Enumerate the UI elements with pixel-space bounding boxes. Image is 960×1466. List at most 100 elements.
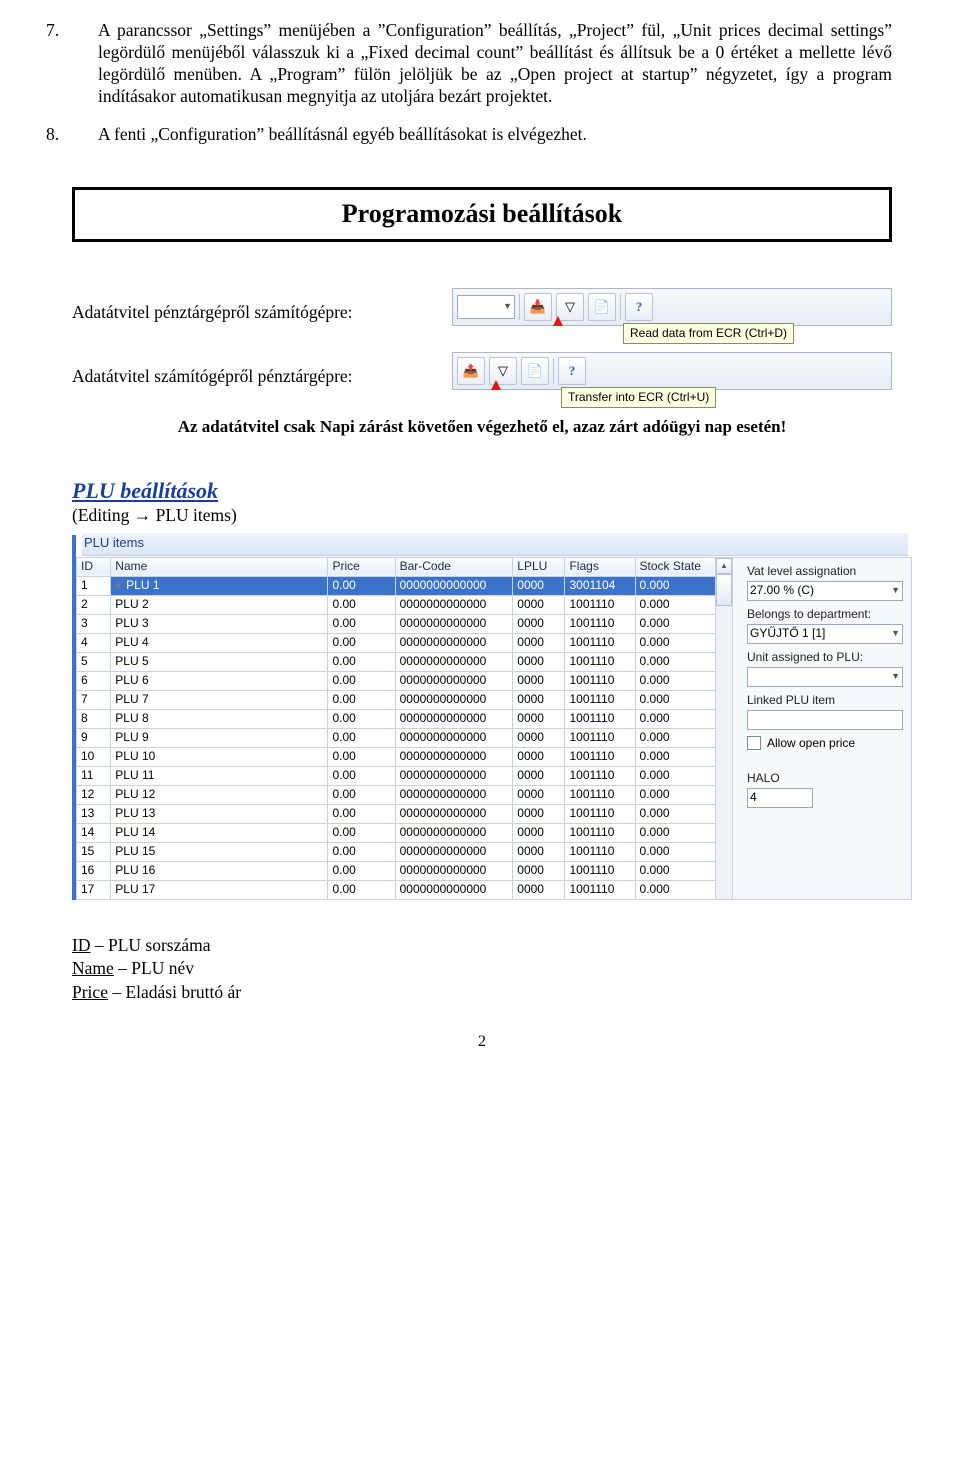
- cell: 1001110: [565, 804, 635, 823]
- cell: 0.000: [635, 880, 715, 899]
- vat-dropdown[interactable]: 27.00 % (C)▼: [747, 581, 903, 601]
- cell: 1001110: [565, 614, 635, 633]
- col-header-name[interactable]: Name: [111, 557, 328, 576]
- table-row[interactable]: 11PLU 110.000000000000000000010011100.00…: [77, 766, 716, 785]
- cell: 0000000000000: [395, 861, 513, 880]
- help-button[interactable]: ?: [625, 293, 653, 321]
- plu-heading: PLU beállítások: [72, 477, 892, 505]
- cell: 16: [77, 861, 111, 880]
- cell: 4: [77, 633, 111, 652]
- cell: 1001110: [565, 861, 635, 880]
- plu-items-window: PLU items IDNamePriceBar-CodeLPLUFlagsSt…: [72, 535, 912, 900]
- table-row[interactable]: 5PLU 50.000000000000000000010011100.000: [77, 652, 716, 671]
- table-row[interactable]: 17PLU 170.000000000000000000010011100.00…: [77, 880, 716, 899]
- vat-label: Vat level assignation: [747, 564, 903, 579]
- allow-open-price-checkbox[interactable]: Allow open price: [747, 736, 903, 751]
- halo-value: 4: [750, 790, 757, 805]
- cell: PLU 6: [111, 671, 328, 690]
- cell: PLU 13: [111, 804, 328, 823]
- table-row[interactable]: 13PLU 130.000000000000000000010011100.00…: [77, 804, 716, 823]
- cell: 0.00: [328, 880, 395, 899]
- def-id-term: ID: [72, 935, 90, 955]
- col-header-price[interactable]: Price: [328, 557, 395, 576]
- scroll-up-icon[interactable]: ▲: [716, 558, 732, 574]
- table-row[interactable]: 16PLU 160.000000000000000000010011100.00…: [77, 861, 716, 880]
- cell: 0.000: [635, 614, 715, 633]
- cell: 9: [77, 728, 111, 747]
- cell: 1001110: [565, 842, 635, 861]
- cell: 11: [77, 766, 111, 785]
- def-price-desc: – Eladási bruttó ár: [108, 982, 241, 1002]
- cell: 0.000: [635, 804, 715, 823]
- linked-label: Linked PLU item: [747, 693, 903, 708]
- cell: 2: [77, 595, 111, 614]
- dept-dropdown[interactable]: GYŰJTŐ 1 [1]▼: [747, 624, 903, 644]
- red-arrow-icon: [553, 316, 563, 326]
- row1-label: Adatátvitel pénztárgépről számítógépre:: [72, 288, 452, 324]
- cell: 0000: [513, 652, 565, 671]
- cell: 0000000000000: [395, 785, 513, 804]
- cell: 0000000000000: [395, 709, 513, 728]
- list-item-7: 7.A parancssor „Settings” menüjében a ”C…: [72, 20, 892, 108]
- cell: 1001110: [565, 709, 635, 728]
- cell: 0.00: [328, 766, 395, 785]
- cell: PLU 4: [111, 633, 328, 652]
- halo-label: HALO: [747, 771, 903, 786]
- checkbox-icon: [747, 736, 761, 750]
- cell: 1001110: [565, 633, 635, 652]
- table-row[interactable]: 8PLU 80.000000000000000000010011100.000: [77, 709, 716, 728]
- table-row[interactable]: 7PLU 70.000000000000000000010011100.000: [77, 690, 716, 709]
- table-row[interactable]: 14PLU 140.000000000000000000010011100.00…: [77, 823, 716, 842]
- toolbar-dropdown[interactable]: ▼: [457, 295, 515, 319]
- list-item-8: 8.A fenti „Configuration” beállításnál e…: [72, 124, 892, 146]
- col-header-stock-state[interactable]: Stock State: [635, 557, 715, 576]
- cell: 1001110: [565, 880, 635, 899]
- transfer-to-ecr-button[interactable]: 📤: [457, 357, 485, 385]
- row-read-from-ecr: Adatátvitel pénztárgépről számítógépre: …: [72, 288, 892, 326]
- cell: 1: [77, 576, 111, 595]
- col-header-flags[interactable]: Flags: [565, 557, 635, 576]
- cell: 0000: [513, 576, 565, 595]
- help-button[interactable]: ?: [558, 357, 586, 385]
- read-from-ecr-button[interactable]: 📥: [524, 293, 552, 321]
- cell: 0.000: [635, 671, 715, 690]
- cell: 0000: [513, 595, 565, 614]
- col-header-bar-code[interactable]: Bar-Code: [395, 557, 513, 576]
- section-title-box: Programozási beállítások: [72, 187, 892, 242]
- cell: 3: [77, 614, 111, 633]
- cell: 1001110: [565, 766, 635, 785]
- col-header-lplu[interactable]: LPLU: [513, 557, 565, 576]
- export-button[interactable]: 📄: [588, 293, 616, 321]
- table-row[interactable]: 9PLU 90.000000000000000000010011100.000: [77, 728, 716, 747]
- table-row[interactable]: 2PLU 20.000000000000000000010011100.000: [77, 595, 716, 614]
- cell: 0.00: [328, 861, 395, 880]
- linked-field[interactable]: [747, 710, 903, 730]
- dept-label: Belongs to department:: [747, 607, 903, 622]
- halo-field[interactable]: 4: [747, 788, 813, 808]
- cell: 15: [77, 842, 111, 861]
- table-row[interactable]: 15PLU 150.000000000000000000010011100.00…: [77, 842, 716, 861]
- table-row[interactable]: 1# PLU 10.000000000000000000030011040.00…: [77, 576, 716, 595]
- vertical-scrollbar[interactable]: ▲: [716, 557, 733, 900]
- table-row[interactable]: 3PLU 30.000000000000000000010011100.000: [77, 614, 716, 633]
- cell: 0.000: [635, 766, 715, 785]
- cell: 0000000000000: [395, 842, 513, 861]
- cell: 0.00: [328, 595, 395, 614]
- table-row[interactable]: 6PLU 60.000000000000000000010011100.000: [77, 671, 716, 690]
- cell: 0.00: [328, 614, 395, 633]
- def-id-desc: – PLU sorszáma: [90, 935, 210, 955]
- export-button[interactable]: 📄: [521, 357, 549, 385]
- allow-open-label: Allow open price: [767, 736, 855, 751]
- cell: 1001110: [565, 595, 635, 614]
- scroll-thumb[interactable]: [716, 574, 732, 606]
- chevron-down-icon: ▼: [891, 585, 900, 596]
- cell: 0000: [513, 614, 565, 633]
- plu-table[interactable]: IDNamePriceBar-CodeLPLUFlagsStock State …: [76, 557, 716, 900]
- warning-note: Az adatátvitel csak Napi zárást követően…: [72, 416, 892, 437]
- cell: PLU 3: [111, 614, 328, 633]
- table-row[interactable]: 4PLU 40.000000000000000000010011100.000: [77, 633, 716, 652]
- unit-dropdown[interactable]: ▼: [747, 667, 903, 687]
- table-row[interactable]: 10PLU 100.000000000000000000010011100.00…: [77, 747, 716, 766]
- col-header-id[interactable]: ID: [77, 557, 111, 576]
- table-row[interactable]: 12PLU 120.000000000000000000010011100.00…: [77, 785, 716, 804]
